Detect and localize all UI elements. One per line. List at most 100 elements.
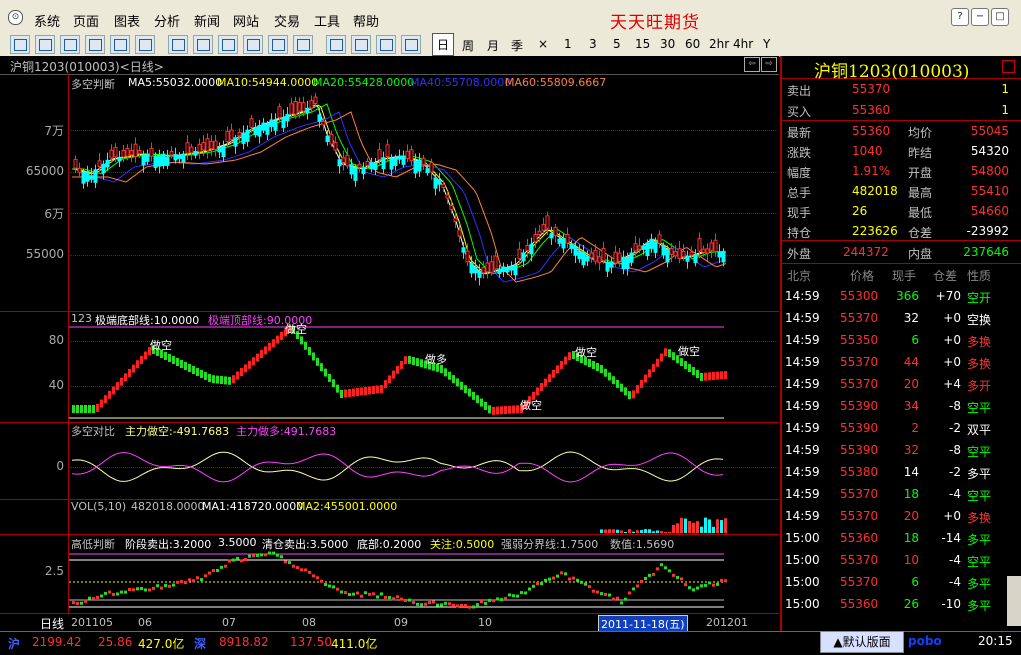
candle-body <box>569 243 574 249</box>
osc-bar <box>644 374 647 383</box>
period-60[interactable]: 60 <box>685 37 700 51</box>
menu-page[interactable]: 页面 <box>73 11 99 30</box>
highlow-pane[interactable]: 高低判断 阶段卖出:3.2000 3.5000 清仓卖出:3.5000 底部:0… <box>0 534 779 613</box>
default-layout-button[interactable]: ▲默认版面 <box>820 631 904 653</box>
period-year[interactable]: Y <box>763 37 770 51</box>
menu-news[interactable]: 新闻 <box>194 11 220 30</box>
osc-bar <box>364 387 367 395</box>
stat-label: 涨跌 <box>787 146 812 160</box>
period-week[interactable]: 周 <box>462 37 474 54</box>
candle-body <box>433 177 438 189</box>
stat-value: 55410 <box>970 184 1009 198</box>
zoom-in-icon[interactable] <box>193 35 213 54</box>
hl-point <box>504 596 507 600</box>
tick-row: 15:00 55370 6 -4 多平 <box>782 571 1021 593</box>
hl-point <box>560 571 563 575</box>
menu-analysis[interactable]: 分析 <box>154 11 180 30</box>
menu-system[interactable]: 系统 <box>34 11 60 30</box>
menu-help[interactable]: 帮助 <box>353 11 379 30</box>
scroll-right-icon[interactable]: ⇨ <box>761 57 777 72</box>
period-close[interactable]: × <box>538 37 548 51</box>
period-30[interactable]: 30 <box>660 37 675 51</box>
menu-chart[interactable]: 图表 <box>114 11 140 30</box>
kline-icon[interactable] <box>60 35 80 54</box>
panel-toggle-icon[interactable] <box>1002 60 1015 73</box>
hl-point <box>184 581 187 585</box>
candle-body <box>205 138 210 152</box>
ratio-pane[interactable]: 多空对比 主力做空:-491.7683 主力做多:491.7683 0 <box>0 422 779 500</box>
candle-body <box>461 247 466 253</box>
table-icon[interactable] <box>85 35 105 54</box>
cursor-icon[interactable] <box>243 35 263 54</box>
tick-nature: 多平 <box>967 577 992 591</box>
hl-point <box>320 579 323 583</box>
volume-pane[interactable]: VOL(5,10) 482018.0000 MA1:418720.0000 MA… <box>0 499 779 535</box>
osc-bar <box>352 388 355 397</box>
line-chart-icon[interactable] <box>35 35 55 54</box>
main-price-pane[interactable]: 多空判断 MA5:55032.0000 MA10:54944.0000 MA20… <box>0 74 779 312</box>
x-label-10: 10 <box>478 616 492 629</box>
osc-bar <box>560 361 563 369</box>
osc-bar <box>256 353 259 362</box>
candle-body <box>289 103 294 115</box>
osc-bar <box>88 405 91 413</box>
candle-body <box>641 245 646 250</box>
osc-bar <box>544 378 547 387</box>
tick-volume: 26 <box>903 597 919 611</box>
x-mode-label: 日线 <box>40 617 65 631</box>
f10-icon[interactable] <box>135 35 155 54</box>
alarm-bell-icon[interactable] <box>351 35 371 54</box>
period-season[interactable]: 季 <box>511 37 523 54</box>
hl-point <box>656 567 659 571</box>
menu-trade[interactable]: 交易 <box>274 11 300 30</box>
x-label-07: 07 <box>222 616 236 629</box>
osc-bar <box>508 405 511 414</box>
tick-volume: 6 <box>911 333 919 347</box>
menu-website[interactable]: 网站 <box>233 11 259 30</box>
refresh-icon[interactable] <box>168 35 188 54</box>
import-icon[interactable] <box>293 35 313 54</box>
zoom-out-icon[interactable] <box>218 35 238 54</box>
x-label-201105: 201105 <box>71 616 113 629</box>
help-window-button[interactable]: ? <box>951 8 969 26</box>
maximize-button[interactable]: □ <box>991 8 1009 26</box>
report-icon[interactable] <box>110 35 130 54</box>
volume-bar <box>668 531 671 533</box>
tick-nature: 双平 <box>967 423 992 437</box>
period-day[interactable]: 日 <box>432 33 455 56</box>
minimize-button[interactable]: − <box>971 8 989 26</box>
tick-row: 14:59 55390 34 -8 空平 <box>782 395 1021 417</box>
period-5[interactable]: 5 <box>613 37 621 51</box>
period-1[interactable]: 1 <box>564 37 572 51</box>
period-15[interactable]: 15 <box>635 37 650 51</box>
candle-body <box>173 154 178 161</box>
candle-body <box>553 226 558 237</box>
period-3[interactable]: 3 <box>589 37 597 51</box>
kline-chart-area[interactable]: 沪铜1203(010003)<日线> ⇦ ⇨ 多空判断 MA5:55032.00… <box>0 56 779 633</box>
nav-icon[interactable] <box>10 35 30 54</box>
system-menu-icon[interactable]: ⊙ <box>8 10 23 25</box>
export-icon[interactable] <box>268 35 288 54</box>
hl-point <box>344 591 347 595</box>
hl-point <box>376 595 379 599</box>
candle-body <box>649 238 654 249</box>
scroll-left-icon[interactable]: ⇦ <box>744 57 760 72</box>
menu-tools[interactable]: 工具 <box>314 11 340 30</box>
tick-oi-change: +0 <box>943 509 961 523</box>
highlow-plot <box>69 551 727 609</box>
tick-scrollbar[interactable] <box>1007 576 1021 626</box>
draw-icon[interactable] <box>326 35 346 54</box>
osc-bar <box>668 349 671 358</box>
hl-point <box>240 559 243 563</box>
period-month[interactable]: 月 <box>487 37 499 54</box>
oscillator-pane[interactable]: 123 极端底部线:10.0000 极端顶部线:90.0000 80 40 做空… <box>0 311 779 423</box>
brand-logo-text: 天天旺期货 <box>610 13 700 33</box>
candle-body <box>225 130 230 143</box>
lightning-icon[interactable] <box>401 35 421 54</box>
buy-volume: 1 <box>1001 103 1009 117</box>
people-icon[interactable] <box>376 35 396 54</box>
hl-point <box>468 605 471 609</box>
hl-point <box>404 598 407 602</box>
period-4hr[interactable]: 4hr <box>733 37 753 51</box>
period-2hr[interactable]: 2hr <box>709 37 729 51</box>
